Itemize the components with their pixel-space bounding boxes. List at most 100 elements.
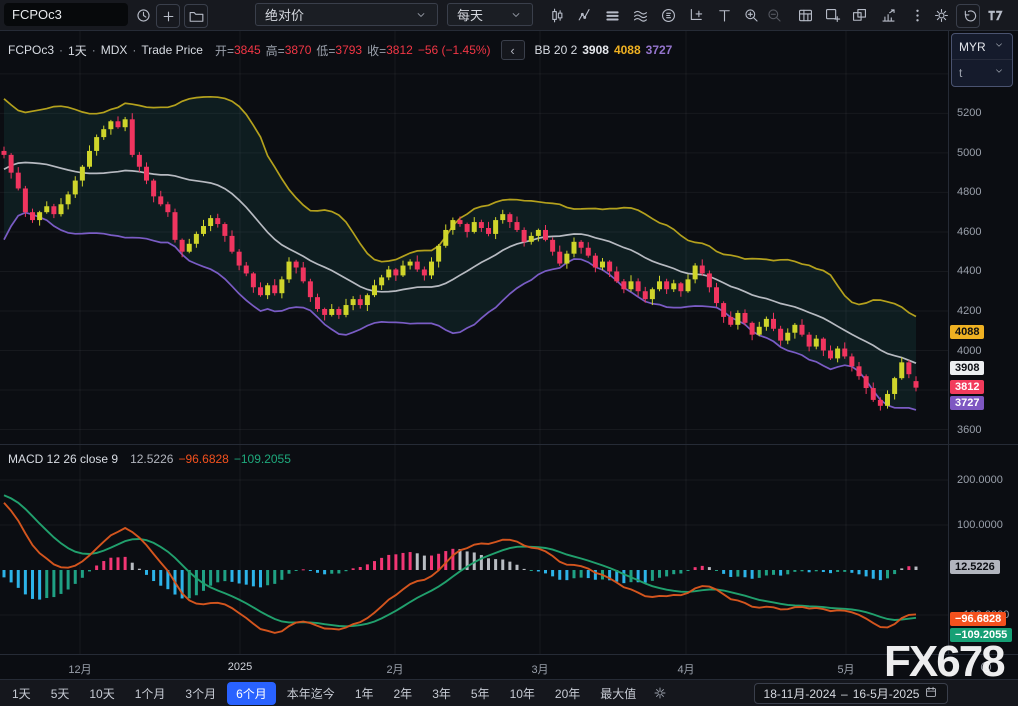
macd-layer: [3, 495, 918, 633]
legend-exchange: MDX: [101, 43, 128, 57]
publish-chart-icon[interactable]: [877, 4, 899, 26]
indicator-templates-icon[interactable]: [601, 4, 623, 26]
bb-indicator-title[interactable]: BB 20 2: [535, 43, 578, 57]
range-button[interactable]: 5天: [42, 682, 79, 705]
price-mode-dropdown[interactable]: 绝对价: [255, 3, 438, 26]
interval-value: 每天: [457, 5, 483, 24]
macd-line-value: −96.6828: [178, 452, 228, 466]
collapse-legend-icon: ‹: [510, 43, 514, 58]
open-value: 3845: [234, 43, 261, 57]
unit-value: t: [959, 66, 962, 80]
tradingview-logo[interactable]: [984, 4, 1006, 26]
price-chart-canvas[interactable]: [0, 30, 948, 655]
bb-upper-value: 4088: [614, 43, 641, 57]
range-button[interactable]: 20年: [546, 682, 589, 705]
date-from: 18-11月-2024: [764, 685, 837, 702]
symbol-search-box[interactable]: FCPOc3: [4, 3, 128, 26]
chevron-down-icon: [993, 65, 1005, 80]
economic-events-icon[interactable]: [657, 4, 679, 26]
price-mode-value: 绝对价: [265, 5, 304, 24]
chevron-down-icon: [414, 8, 428, 22]
reset-chart-icon[interactable]: [956, 4, 980, 28]
range-button[interactable]: 3年: [423, 682, 460, 705]
low-label: 低=: [316, 42, 335, 59]
axis-tick-label: 200.0000: [957, 474, 1003, 486]
time-axis-label: 2月: [386, 661, 403, 677]
macd-signal-value: −109.2055: [234, 452, 291, 466]
price-label-badge: 3908: [950, 361, 984, 375]
axis-tick-label: 4800: [957, 186, 981, 198]
time-axis-label: 5月: [837, 661, 854, 677]
price-axis[interactable]: MYR t 5200500048004600440042004000380036…: [949, 30, 1018, 655]
range-button[interactable]: 1天: [3, 682, 40, 705]
range-button[interactable]: 最大值: [591, 682, 645, 705]
low-value: 3793: [335, 43, 362, 57]
collapse-legend-button[interactable]: ‹: [501, 40, 525, 60]
axis-tick-label: 100.0000: [957, 519, 1003, 531]
close-value: 3812: [386, 43, 413, 57]
bb-basis-value: 3908: [582, 43, 609, 57]
axis-tick-label: 4200: [957, 305, 981, 317]
currency-value: MYR: [959, 40, 986, 54]
chart-area[interactable]: FCPOc3 · 1天 · MDX · Trade Price 开=3845 高…: [0, 30, 1018, 680]
price-label-badge: −96.6828: [950, 612, 1006, 626]
macd-hist-value: 12.5226: [130, 452, 173, 466]
time-axis-separator: [0, 654, 1018, 655]
close-label: 收=: [367, 42, 386, 59]
chart-scales-icon[interactable]: [685, 4, 707, 26]
folder-icon[interactable]: [184, 4, 208, 28]
legend-interval[interactable]: 1天: [68, 42, 87, 59]
range-button[interactable]: 6个月: [227, 682, 276, 705]
zoom-in-icon[interactable]: [740, 4, 762, 26]
range-button[interactable]: 5年: [462, 682, 499, 705]
snapshot-icon[interactable]: [821, 4, 843, 26]
price-label-badge: −109.2055: [950, 628, 1012, 642]
range-button[interactable]: 10天: [80, 682, 123, 705]
range-button[interactable]: 2年: [385, 682, 422, 705]
bb-lower-value: 3727: [646, 43, 673, 57]
pane-separator[interactable]: [0, 444, 1018, 445]
indicators-icon[interactable]: [574, 4, 596, 26]
range-button[interactable]: 10年: [501, 682, 544, 705]
bottom-toolbar: 1天5天10天1个月3个月6个月本年迄今1年2年3年5年10年20年最大值 18…: [0, 679, 1018, 706]
legend-series-type: Trade Price: [141, 43, 203, 57]
axis-tick-label: 4000: [957, 345, 981, 357]
time-axis-label: 4月: [677, 661, 694, 677]
compare-waves-icon[interactable]: [629, 4, 651, 26]
more-options-icon[interactable]: [906, 4, 928, 26]
calendar-icon: [924, 685, 938, 702]
range-button[interactable]: 3个月: [176, 682, 225, 705]
range-button[interactable]: 本年迄今: [278, 682, 344, 705]
timezone-clock-icon[interactable]: [978, 659, 994, 680]
text-tool-icon[interactable]: [713, 4, 735, 26]
unit-selector[interactable]: t: [952, 59, 1012, 85]
legend-separator: ·: [92, 43, 96, 57]
time-axis-label: 3月: [531, 661, 548, 677]
date-to: 16-5月-2025: [853, 685, 920, 702]
date-separator: –: [841, 687, 848, 701]
high-label: 高=: [266, 42, 285, 59]
range-button[interactable]: 1年: [346, 682, 383, 705]
range-settings-icon[interactable]: [652, 685, 668, 701]
clock-icon[interactable]: [132, 4, 154, 26]
time-axis-label: 2025: [228, 661, 252, 673]
range-button[interactable]: 1个月: [126, 682, 175, 705]
time-axis[interactable]: 12月 2025 2月 3月 4月 5月: [0, 655, 1018, 680]
layout-icon[interactable]: [848, 4, 870, 26]
axis-tick-label: 5200: [957, 107, 981, 119]
axis-tick-label: 3600: [957, 424, 981, 436]
bollinger-bands-layer: [4, 97, 916, 410]
legend-symbol[interactable]: FCPOc3: [8, 43, 54, 57]
settings-icon[interactable]: [930, 4, 952, 26]
macd-indicator-title[interactable]: MACD 12 26 close 9: [8, 452, 118, 466]
change-value: −56 (−1.45%): [418, 43, 491, 57]
chart-type-candles-icon[interactable]: [546, 4, 568, 26]
interval-dropdown[interactable]: 每天: [447, 3, 533, 26]
time-axis-label: 12月: [68, 661, 91, 677]
add-symbol-icon[interactable]: [156, 4, 180, 28]
date-range-button[interactable]: 18-11月-2024 – 16-5月-2025: [754, 683, 948, 704]
legend-separator: ·: [59, 43, 63, 57]
legend-separator: ·: [132, 43, 136, 57]
currency-selector[interactable]: MYR: [952, 34, 1012, 59]
grid-view-icon[interactable]: [794, 4, 816, 26]
